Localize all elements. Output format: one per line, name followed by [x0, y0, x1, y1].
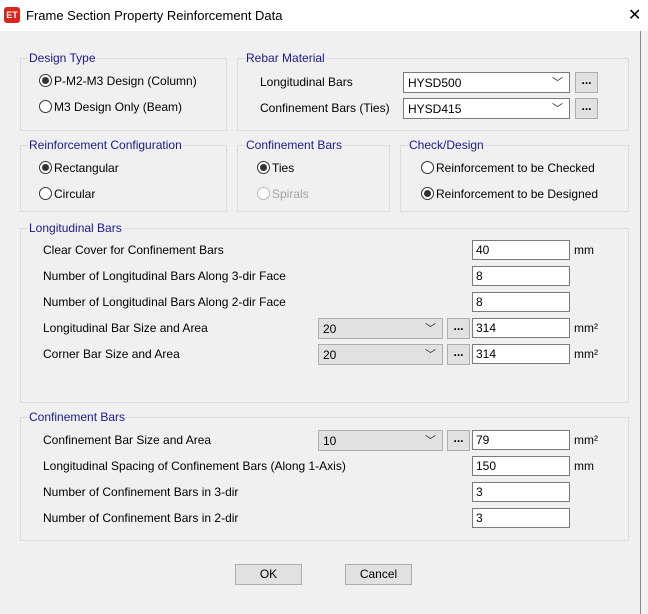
close-button[interactable]: ✕: [628, 5, 641, 25]
design-type-option-radio[interactable]: [39, 74, 52, 87]
combo-value: HYSD500: [408, 76, 462, 90]
bar-size-more-button[interactable]: ...: [447, 318, 470, 339]
bar-size-more-button[interactable]: ...: [447, 344, 470, 365]
confinement-material-select[interactable]: HYSD415 ﹀: [403, 98, 570, 119]
check-design-group: Check/Design: [400, 138, 629, 212]
value-input[interactable]: 79: [472, 430, 570, 450]
confinement-type-option-radio: [257, 187, 270, 200]
check-design-option-radio[interactable]: [421, 161, 434, 174]
group-label: Longitudinal Bars: [28, 221, 123, 235]
value-input[interactable]: 8: [472, 266, 570, 286]
combo-value: 10: [323, 434, 337, 448]
unit-label: mm²: [574, 433, 598, 447]
combo-value: 20: [323, 348, 337, 362]
rebar-material-group: Rebar Material: [237, 51, 629, 131]
row-label: Longitudinal Bar Size and Area: [43, 321, 208, 335]
confinement-type-option-radio[interactable]: [257, 161, 270, 174]
row-label: Number of Longitudinal Bars Along 3-dir …: [43, 269, 286, 283]
title-bar: ET Frame Section Property Reinforcement …: [0, 0, 648, 31]
row-label: Longitudinal Spacing of Confinement Bars…: [43, 459, 346, 473]
design-type-option-radio[interactable]: [39, 100, 52, 113]
confinement-type-group: Confinement Bars: [237, 138, 390, 212]
longitudinal-material-more-button[interactable]: ...: [575, 72, 598, 93]
config-option-radio[interactable]: [39, 187, 52, 200]
bar-size-select[interactable]: 20 ﹀: [318, 344, 443, 365]
check-design-option-label[interactable]: Reinforcement to be Designed: [436, 187, 598, 201]
group-label: Rebar Material: [245, 51, 326, 65]
config-option-label[interactable]: Rectangular: [54, 161, 119, 175]
group-label: Check/Design: [408, 138, 485, 152]
design-type-group: Design Type: [20, 51, 227, 131]
config-option-radio[interactable]: [39, 161, 52, 174]
value-input[interactable]: 314: [472, 344, 570, 364]
row-label: Confinement Bar Size and Area: [43, 433, 212, 447]
reinforcement-config-group: Reinforcement Configuration: [20, 138, 227, 212]
bar-size-more-button[interactable]: ...: [447, 430, 470, 451]
longitudinal-material-select[interactable]: HYSD500 ﹀: [403, 72, 570, 93]
group-label: Design Type: [28, 51, 97, 65]
row-label: Number of Confinement Bars in 3-dir: [43, 485, 239, 499]
unit-label: mm: [574, 243, 594, 257]
confinement-type-option-label: Spirals: [272, 187, 309, 201]
value-input[interactable]: 40: [472, 240, 570, 260]
design-type-option-label[interactable]: P-M2-M3 Design (Column): [54, 74, 197, 88]
row-label: Number of Confinement Bars in 2-dir: [43, 511, 239, 525]
app-logo-icon: ET: [4, 7, 20, 23]
value-input[interactable]: 150: [472, 456, 570, 476]
window-title: Frame Section Property Reinforcement Dat…: [26, 8, 283, 23]
check-design-option-label[interactable]: Reinforcement to be Checked: [436, 161, 595, 175]
group-label: Reinforcement Configuration: [28, 138, 183, 152]
unit-label: mm: [574, 459, 594, 473]
confinement-bars-label: Confinement Bars (Ties): [260, 101, 390, 115]
config-option-label[interactable]: Circular: [54, 187, 95, 201]
bar-size-select[interactable]: 10 ﹀: [318, 430, 443, 451]
check-design-option-radio[interactable]: [421, 187, 434, 200]
window-border: [640, 31, 641, 614]
confinement-type-option-label[interactable]: Ties: [272, 161, 294, 175]
chevron-down-icon: ﹀: [425, 323, 436, 335]
chevron-down-icon: ﹀: [552, 103, 563, 115]
ok-button[interactable]: OK: [235, 564, 302, 585]
unit-label: mm²: [574, 347, 598, 361]
chevron-down-icon: ﹀: [425, 349, 436, 361]
design-type-option-label[interactable]: M3 Design Only (Beam): [54, 100, 182, 114]
combo-value: HYSD415: [408, 102, 462, 116]
unit-label: mm²: [574, 321, 598, 335]
chevron-down-icon: ﹀: [425, 435, 436, 447]
row-label: Number of Longitudinal Bars Along 2-dir …: [43, 295, 286, 309]
longitudinal-bars-label: Longitudinal Bars: [260, 75, 353, 89]
value-input[interactable]: 8: [472, 292, 570, 312]
value-input[interactable]: 314: [472, 318, 570, 338]
bar-size-select[interactable]: 20 ﹀: [318, 318, 443, 339]
group-label: Confinement Bars: [28, 410, 127, 424]
group-label: Confinement Bars: [245, 138, 344, 152]
row-label: Corner Bar Size and Area: [43, 347, 180, 361]
chevron-down-icon: ﹀: [552, 77, 563, 89]
combo-value: 20: [323, 322, 337, 336]
cancel-button[interactable]: Cancel: [345, 564, 412, 585]
confinement-material-more-button[interactable]: ...: [575, 98, 598, 119]
value-input[interactable]: 3: [472, 482, 570, 502]
value-input[interactable]: 3: [472, 508, 570, 528]
row-label: Clear Cover for Confinement Bars: [43, 243, 224, 257]
